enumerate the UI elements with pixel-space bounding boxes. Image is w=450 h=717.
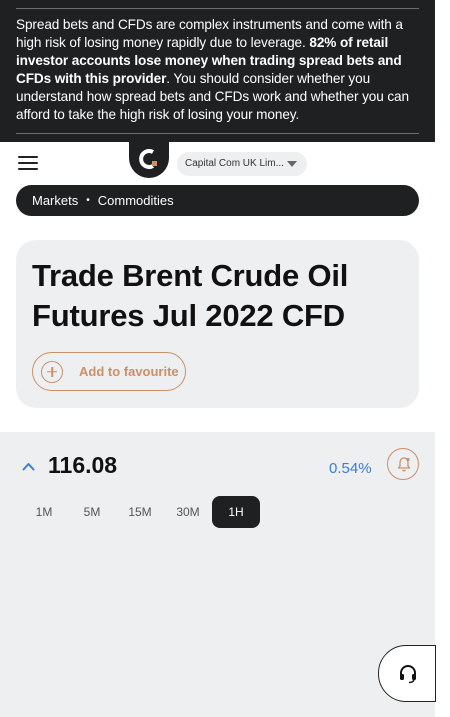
- price-change-percent: 0.54%: [329, 460, 372, 477]
- brand-logo[interactable]: [129, 142, 169, 178]
- breadcrumb-markets[interactable]: Markets: [32, 193, 78, 208]
- page-title: Trade Brent Crude Oil Futures Jul 2022 C…: [32, 258, 349, 333]
- add-to-favourite-button[interactable]: Add to favourite: [32, 352, 186, 391]
- timeframe-tab-1m[interactable]: 1M: [20, 496, 68, 528]
- entity-select-dropdown[interactable]: Capital Com UK Lim...: [177, 152, 307, 176]
- price-alert-button[interactable]: [387, 448, 419, 480]
- timeframe-tab-5m[interactable]: 5M: [68, 496, 116, 528]
- breadcrumb: Markets • Commodities: [16, 185, 419, 216]
- risk-warning-banner: Spread bets and CFDs are complex instrum…: [0, 0, 435, 142]
- hamburger-icon[interactable]: [18, 156, 38, 170]
- risk-banner-divider-bottom: [16, 133, 419, 134]
- entity-select-value: Capital Com UK Lim...: [185, 158, 284, 169]
- chevron-up-icon: [22, 463, 35, 471]
- caret-down-icon: [287, 161, 297, 167]
- breadcrumb-commodities[interactable]: Commodities: [98, 193, 174, 208]
- risk-banner-divider-top: [16, 8, 419, 9]
- breadcrumb-separator: •: [86, 195, 90, 206]
- timeframe-tab-15m[interactable]: 15M: [116, 496, 164, 528]
- timeframe-tab-1h[interactable]: 1H: [212, 496, 260, 528]
- quote-panel: 116.08 0.54% 1M 5M 15M 30M 1H: [0, 432, 435, 717]
- timeframe-tab-30m[interactable]: 30M: [164, 496, 212, 528]
- headset-icon: [400, 665, 416, 684]
- timeframe-tabs: 1M 5M 15M 30M 1H: [20, 496, 260, 528]
- top-navigation-bar: Capital Com UK Lim...: [0, 142, 435, 182]
- current-price: 116.08: [48, 452, 118, 478]
- risk-warning-text: Spread bets and CFDs are complex instrum…: [16, 16, 421, 124]
- plus-circle-icon: [41, 360, 63, 383]
- instrument-title-card: Trade Brent Crude Oil Futures Jul 2022 C…: [16, 240, 419, 408]
- bell-icon: [397, 457, 411, 472]
- support-chat-button[interactable]: [378, 645, 436, 702]
- add-to-favourite-label: Add to favourite: [79, 364, 179, 379]
